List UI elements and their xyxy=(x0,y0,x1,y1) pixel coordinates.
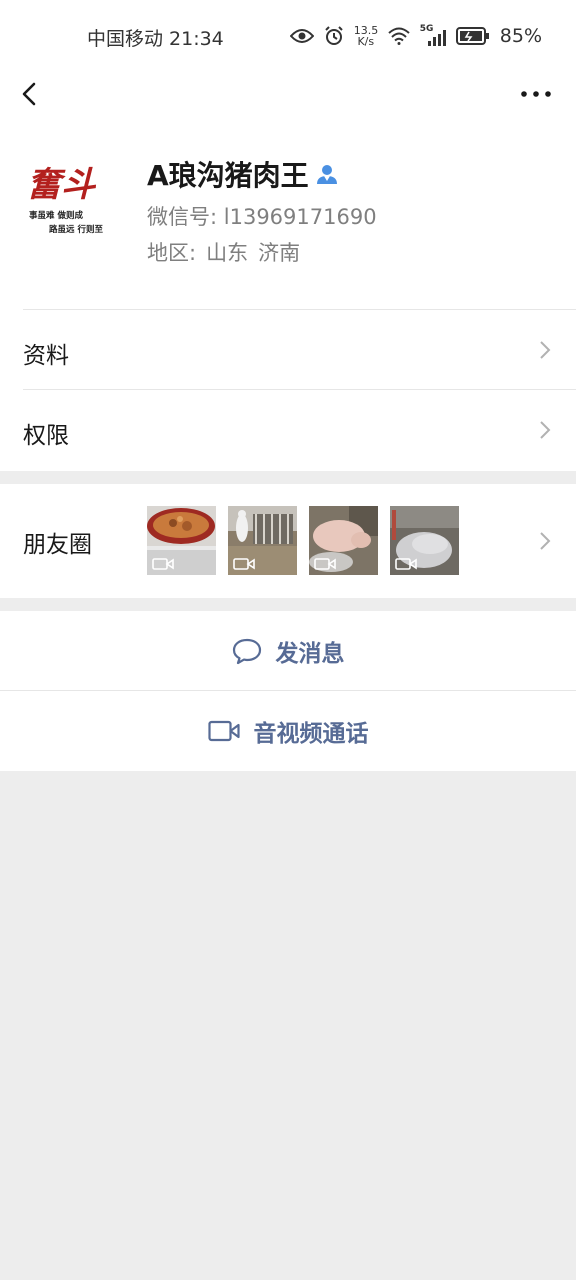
carrier-time: 中国移动 21:34 xyxy=(87,24,224,51)
signal-group: 5G xyxy=(420,24,446,46)
video-call-button[interactable]: 音视频通话 xyxy=(0,691,576,771)
moments-thumbnail[interactable] xyxy=(309,506,378,575)
eye-icon xyxy=(289,29,314,43)
moments-thumbnail[interactable] xyxy=(147,506,216,575)
video-call-label: 音视频通话 xyxy=(253,721,369,747)
video-play-icon xyxy=(314,558,336,570)
wifi-icon xyxy=(388,27,410,45)
back-icon[interactable] xyxy=(16,78,44,110)
more-icon[interactable] xyxy=(518,80,554,108)
wechat-id-label: 微信号: xyxy=(147,205,218,229)
region-city: 济南 xyxy=(258,241,301,265)
menu-item-permissions-label: 权限 xyxy=(23,423,69,449)
menu-item-profile-label: 资料 xyxy=(23,343,69,369)
status-icons: 13.5 K/s 5G 85% xyxy=(289,22,542,50)
status-bar: 中国移动 21:34 13.5 K/s 5G 85% xyxy=(0,0,576,72)
actions-section: 发消息 音视频通话 xyxy=(0,611,576,771)
alarm-icon xyxy=(325,26,343,45)
moments-thumbnail[interactable] xyxy=(390,506,459,575)
menu-item-permissions[interactable]: 权限 xyxy=(0,390,576,470)
avatar-image: 奮斗 事虽难 做则成 路虽远 行则至 xyxy=(23,146,117,240)
video-camera-icon xyxy=(207,720,240,742)
moments-row[interactable]: 朋友圈 xyxy=(0,484,576,598)
chevron-right-icon xyxy=(540,421,551,439)
carrier-name: 中国移动 xyxy=(87,28,164,50)
moments-thumbnail[interactable] xyxy=(228,506,297,575)
chevron-right-icon xyxy=(540,341,551,359)
nickname: A琅沟猪肉王 xyxy=(147,159,309,192)
nickname-row: A琅沟猪肉王 xyxy=(147,154,339,194)
region-province: 山东 xyxy=(206,241,249,265)
signal-icon xyxy=(427,30,446,46)
video-play-icon xyxy=(395,558,417,570)
menu-item-profile[interactable]: 资料 xyxy=(0,310,576,389)
nav-bar xyxy=(0,72,576,118)
avatar[interactable]: 奮斗 事虽难 做则成 路虽远 行则至 xyxy=(23,146,117,240)
moments-thumbnails xyxy=(147,506,459,575)
net-speed-unit: K/s xyxy=(357,35,375,48)
person-icon xyxy=(316,165,337,184)
wechat-id-value: l13969171690 xyxy=(223,205,377,229)
avatar-line2: 路虽远 行则至 xyxy=(49,224,103,235)
avatar-line1: 事虽难 做则成 xyxy=(29,210,83,221)
region-row: 地区: 山东 济南 xyxy=(147,237,310,267)
battery-percent: 85% xyxy=(499,25,542,47)
send-message-label: 发消息 xyxy=(275,641,345,667)
avatar-main-text: 奮斗 xyxy=(27,165,97,205)
region-label: 地区: xyxy=(147,241,197,265)
clock: 21:34 xyxy=(169,28,224,50)
chat-bubble-icon xyxy=(232,638,261,665)
send-message-button[interactable]: 发消息 xyxy=(0,611,576,691)
net-speed: 13.5 K/s xyxy=(354,25,379,48)
chevron-right-icon xyxy=(540,532,551,550)
video-play-icon xyxy=(152,558,174,570)
video-play-icon xyxy=(233,558,255,570)
moments-label: 朋友圈 xyxy=(23,532,92,558)
wechat-id-row: 微信号: l13969171690 xyxy=(147,201,377,231)
profile-header: 奮斗 事虽难 做则成 路虽远 行则至 A琅沟猪肉王 微信号: l13969171… xyxy=(0,130,576,300)
battery-icon xyxy=(455,27,489,45)
